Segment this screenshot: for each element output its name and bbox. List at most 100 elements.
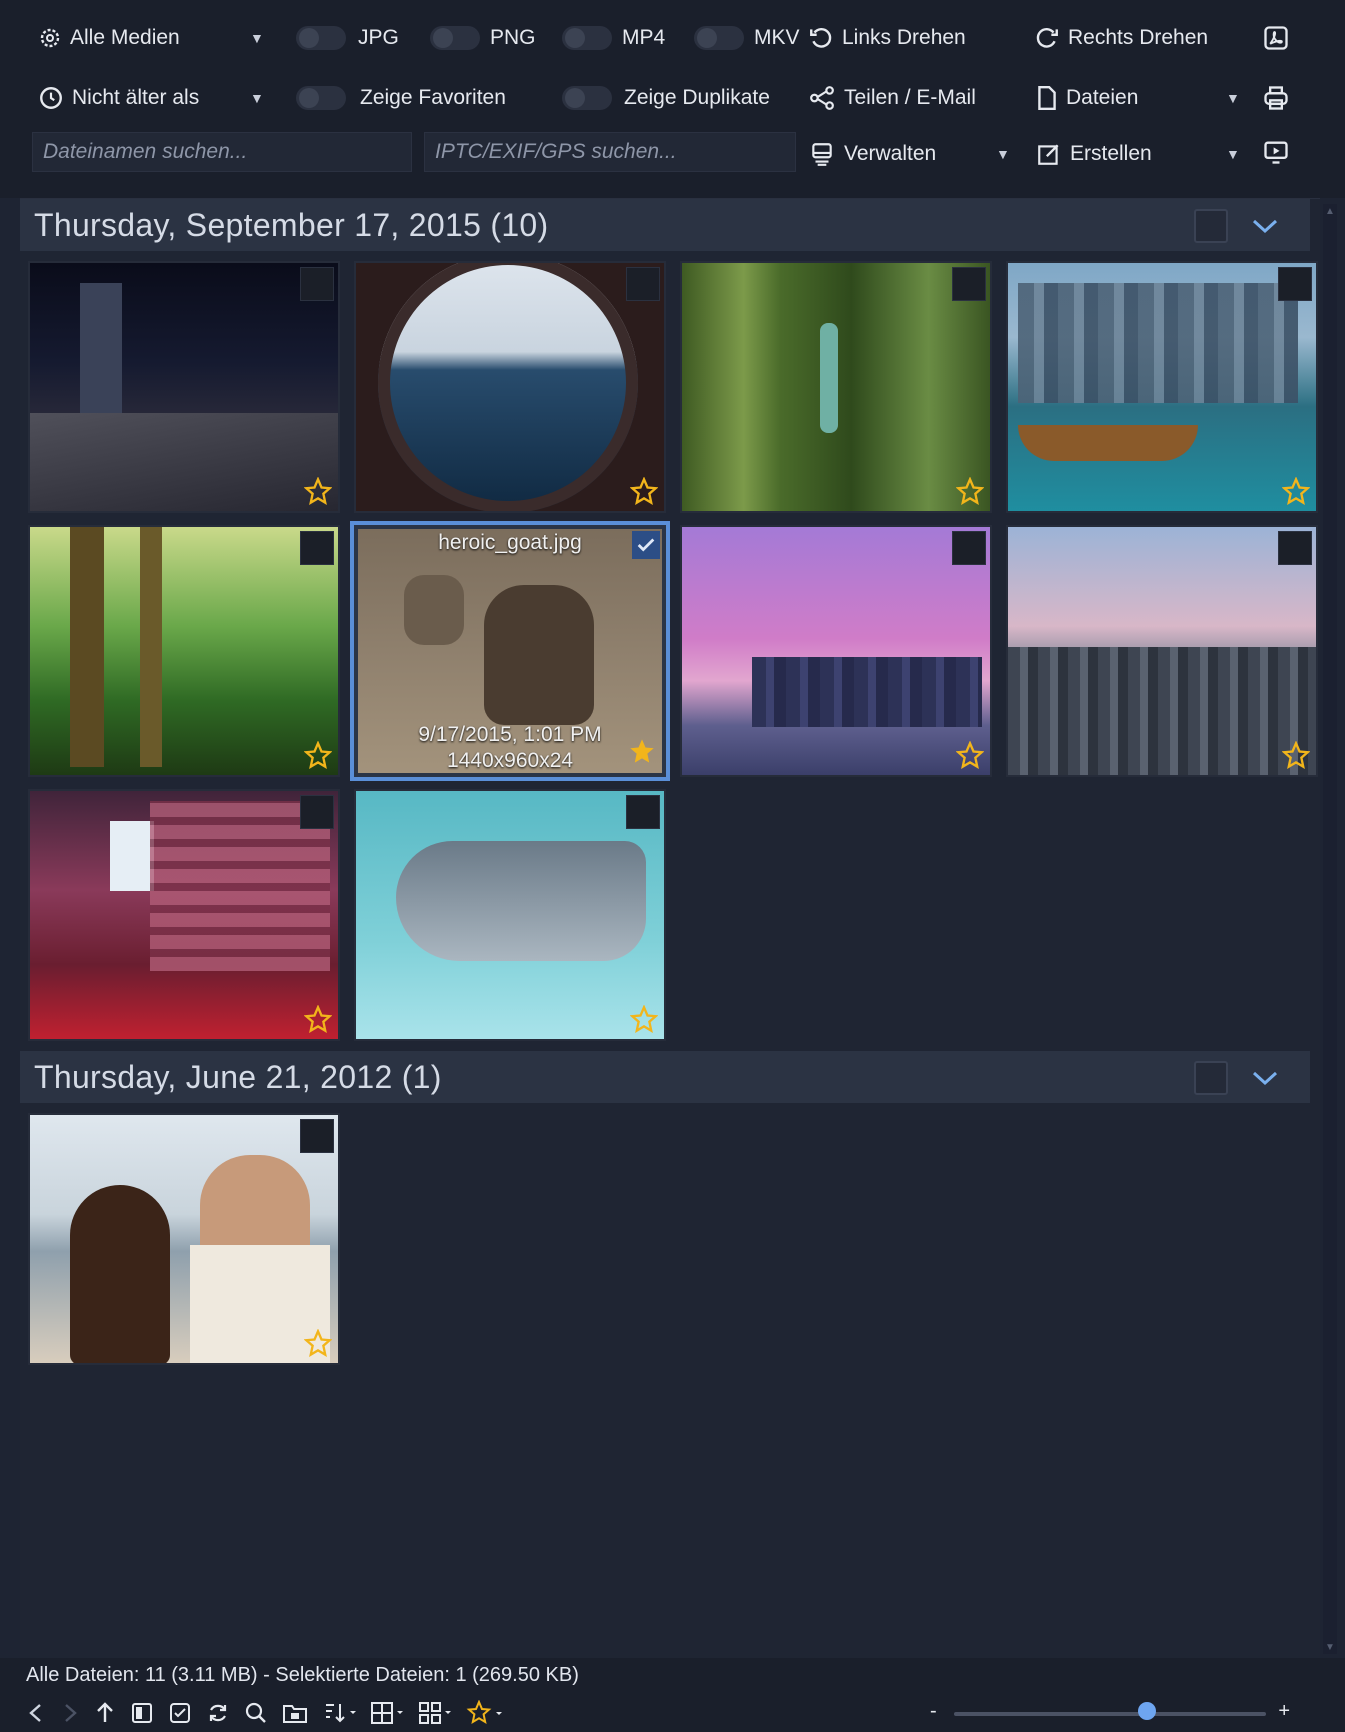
chevron-down-icon[interactable]: ▼ — [1226, 90, 1240, 106]
thumbnail-checkbox[interactable] — [952, 267, 986, 301]
layout-icon[interactable] — [418, 1701, 452, 1725]
slider-knob[interactable] — [1138, 1702, 1157, 1720]
grid-icon[interactable] — [370, 1701, 404, 1725]
folder-icon[interactable] — [282, 1701, 308, 1725]
back-arrow-icon[interactable] — [26, 1702, 46, 1724]
thumbnail-checkbox[interactable] — [626, 267, 660, 301]
forward-arrow-icon[interactable] — [60, 1702, 80, 1724]
thumbnail-checkbox[interactable] — [300, 531, 334, 565]
filename-search-input[interactable]: Dateinamen suchen... — [32, 132, 412, 172]
thumbnail-damselfly[interactable] — [680, 261, 992, 513]
rotate-left-button[interactable]: Links Drehen — [808, 16, 966, 60]
sort-icon[interactable] — [322, 1701, 356, 1725]
thumbnail-dimensions: 1440x960x24 — [446, 749, 574, 772]
chevron-down-icon[interactable]: ▼ — [250, 30, 264, 46]
scroll-down-arrow-icon[interactable]: ▼ — [1325, 1642, 1335, 1653]
print-button[interactable] — [1258, 80, 1294, 116]
thumbnail-checkbox[interactable] — [300, 267, 334, 301]
media-filter-dropdown[interactable]: Alle Medien — [38, 16, 180, 60]
star-outline-icon[interactable] — [956, 741, 984, 769]
chevron-down-icon[interactable] — [1248, 209, 1282, 243]
group-select-checkbox[interactable] — [1194, 209, 1228, 243]
thumbnail-times-square[interactable] — [28, 789, 340, 1041]
scroll-up-arrow-icon[interactable]: ▲ — [1325, 206, 1335, 217]
zoom-icon[interactable] — [244, 1701, 268, 1725]
toggle-png[interactable] — [430, 26, 480, 50]
toggle-favorites-label: Zeige Favoriten — [360, 86, 506, 109]
star-outline-icon[interactable] — [304, 1005, 332, 1033]
star-outline-icon[interactable] — [1282, 741, 1310, 769]
thumbnail-size-slider[interactable]: - + — [930, 1700, 1290, 1722]
thumbnail-dolphin[interactable] — [354, 789, 666, 1041]
rotate-right-button[interactable]: Rechts Drehen — [1034, 16, 1208, 60]
star-outline-icon[interactable] — [1282, 477, 1310, 505]
thumbnail-checkbox[interactable] — [300, 1119, 334, 1153]
checkmark-icon[interactable] — [632, 531, 660, 559]
rotate-right-icon — [1036, 28, 1058, 48]
thumbnail-filename: heroic_goat.jpg — [438, 531, 582, 554]
star-outline-icon[interactable] — [956, 477, 984, 505]
manage-dropdown[interactable]: Verwalten — [808, 132, 936, 176]
create-dropdown[interactable]: Erstellen — [1036, 132, 1152, 176]
rotate-left-label: Links Drehen — [842, 26, 966, 49]
thumbnail-checkbox[interactable] — [1278, 531, 1312, 565]
group-select-checkbox[interactable] — [1194, 1061, 1228, 1095]
gallery-grid: Thursday, September 17, 2015 (10) heroic… — [20, 198, 1320, 1659]
thumbnail-porthole-sea[interactable] — [354, 261, 666, 513]
panel-icon[interactable] — [130, 1701, 154, 1725]
media-filter-label: Alle Medien — [70, 26, 180, 49]
star-outline-icon[interactable] — [304, 477, 332, 505]
thumbnail-checkbox[interactable] — [1278, 267, 1312, 301]
thumbnail-heroic-goat[interactable]: heroic_goat.jpg 9/17/2015, 1:01 PM 1440x… — [350, 521, 670, 781]
chevron-down-icon[interactable] — [1248, 1061, 1282, 1095]
chevron-down-icon[interactable]: ▼ — [250, 90, 264, 106]
files-dropdown[interactable]: Dateien — [1036, 76, 1138, 120]
thumbnail-forest[interactable] — [28, 525, 340, 777]
select-all-icon[interactable] — [168, 1701, 192, 1725]
star-filled-icon[interactable] — [628, 737, 656, 765]
clock-history-icon — [40, 87, 62, 109]
thumbnail-night-promenade[interactable] — [28, 261, 340, 513]
thumbnail-dubai-skyline[interactable] — [1006, 261, 1318, 513]
toggle-mkv-label: MKV — [754, 26, 800, 49]
thumbnail-checkbox[interactable] — [952, 531, 986, 565]
zoom-in-icon[interactable]: + — [1278, 1700, 1290, 1723]
thumbnail-manhattan[interactable] — [1006, 525, 1318, 777]
chevron-down-icon[interactable]: ▼ — [1226, 146, 1240, 162]
toggle-duplicates[interactable] — [562, 86, 612, 110]
refresh-icon[interactable] — [206, 1701, 230, 1725]
thumbnail-couple-beach[interactable] — [28, 1113, 340, 1365]
chevron-down-icon[interactable]: ▼ — [996, 146, 1010, 162]
create-label: Erstellen — [1070, 142, 1152, 165]
slider-track[interactable] — [954, 1712, 1266, 1716]
toggle-favorites[interactable] — [296, 86, 346, 110]
share-label: Teilen / E-Mail — [844, 86, 976, 109]
pdf-export-button[interactable] — [1258, 20, 1294, 56]
favorite-star-icon[interactable] — [466, 1700, 506, 1726]
files-label: Dateien — [1066, 86, 1139, 109]
toggle-mp4-label: MP4 — [622, 26, 666, 49]
group-header[interactable]: Thursday, June 21, 2012 (1) — [20, 1051, 1310, 1103]
thumbnail-checkbox[interactable] — [626, 795, 660, 829]
printer-icon — [1264, 86, 1288, 110]
toggle-mkv[interactable] — [694, 26, 744, 50]
thumbnail-city-dusk[interactable] — [680, 525, 992, 777]
star-outline-icon[interactable] — [304, 1329, 332, 1357]
up-arrow-icon[interactable] — [94, 1701, 116, 1725]
toggle-jpg[interactable] — [296, 26, 346, 50]
star-outline-icon[interactable] — [304, 741, 332, 769]
zoom-out-icon[interactable]: - — [930, 1700, 937, 1723]
group-title: Thursday, September 17, 2015 (10) — [34, 206, 549, 243]
group-header[interactable]: Thursday, September 17, 2015 (10) — [20, 199, 1310, 251]
toggle-png-label: PNG — [490, 26, 536, 49]
toggle-mp4[interactable] — [562, 26, 612, 50]
age-filter-dropdown[interactable]: Nicht älter als — [38, 76, 199, 120]
star-outline-icon[interactable] — [630, 477, 658, 505]
star-outline-icon[interactable] — [630, 1005, 658, 1033]
share-icon — [810, 86, 834, 110]
slideshow-button[interactable] — [1258, 134, 1294, 170]
metadata-search-input[interactable]: IPTC/EXIF/GPS suchen... — [424, 132, 796, 172]
vertical-scrollbar[interactable]: ▲ ▼ — [1323, 204, 1337, 1654]
share-email-button[interactable]: Teilen / E-Mail — [808, 76, 976, 120]
thumbnail-checkbox[interactable] — [300, 795, 334, 829]
